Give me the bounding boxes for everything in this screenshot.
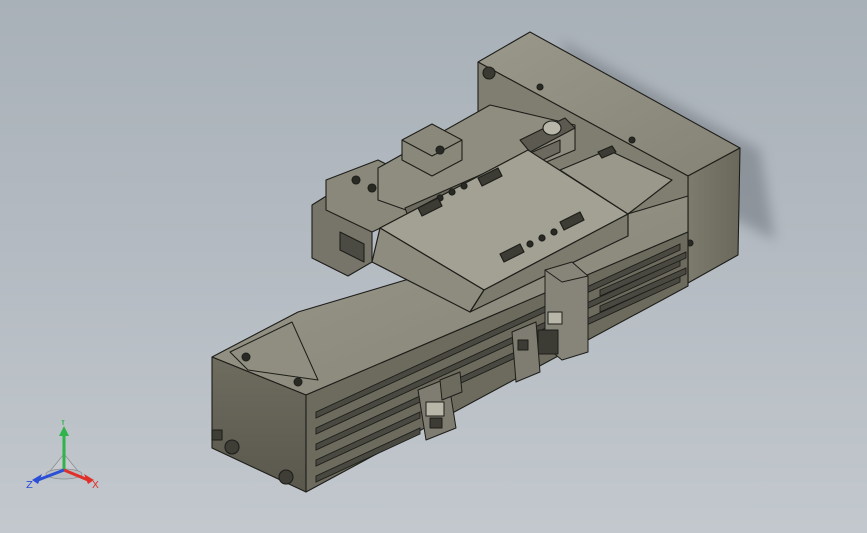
sensor-bracket-center[interactable] — [511, 321, 541, 383]
x-axis-label: X — [92, 480, 99, 491]
orientation-triad[interactable]: Y X Z — [26, 420, 106, 494]
z-axis-label: Z — [26, 480, 33, 491]
y-axis-label: Y — [59, 420, 67, 428]
linear-actuator-model[interactable] — [0, 0, 867, 533]
cad-viewport[interactable]: Y X Z — [0, 0, 867, 533]
sensor-bracket-right[interactable] — [537, 261, 589, 361]
